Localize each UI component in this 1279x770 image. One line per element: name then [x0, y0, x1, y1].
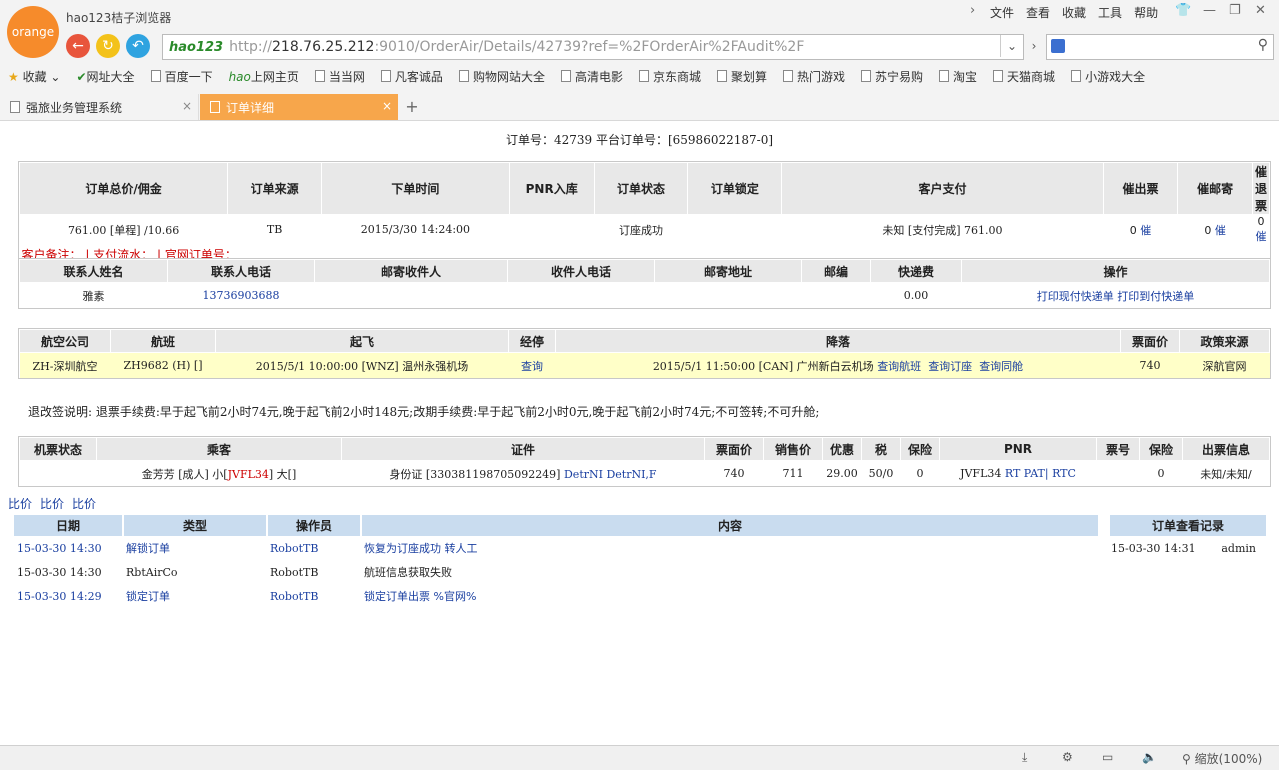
table-row: 15-03-30 14:30 RbtAirCo RobotTB 航班信息获取失败: [17, 565, 452, 580]
view-log-table: 订单查看记录 15-03-30 14:31 admin: [1110, 515, 1266, 560]
compare-link[interactable]: 比价: [8, 497, 32, 511]
window-title: hao123桔子浏览器: [66, 11, 172, 25]
menu-help[interactable]: 帮助: [1134, 4, 1158, 21]
order-number-line: 订单号：42739 平台订单号：[65986022187-0]: [505, 133, 774, 147]
gear-icon[interactable]: ⚙: [1062, 750, 1073, 764]
close-window-icon[interactable]: ✕: [1255, 3, 1266, 18]
table-row: 15-03-30 14:31 admin: [1111, 541, 1256, 555]
browser-chrome: orange hao123桔子浏览器 › 文件 查看 收藏 工具 帮助 👕 — …: [0, 0, 1279, 121]
print-cod-courier-link[interactable]: 打印到付快递单: [1117, 290, 1194, 303]
passenger-table: 机票状态 乘客 证件 票面价 销售价 优惠 税 保险 PNR 票号 保险 出票信…: [18, 436, 1271, 487]
urge-refund-link[interactable]: 催: [1255, 230, 1266, 243]
menu-file[interactable]: 文件: [990, 4, 1014, 21]
bookmarks-bar: ★ 收藏 ⌄ ✔网址大全 百度一下 hao上网主页 当当网 凡客诚品 购物网站大…: [0, 66, 1279, 86]
operation-log-table: 日期 类型 操作员 内容 15-03-30 14:30 解锁订单 RobotTB…: [14, 515, 1100, 608]
search-icon[interactable]: ⚲: [1258, 37, 1268, 53]
zoom-control[interactable]: ⚲ 缩放(100%): [1182, 750, 1262, 767]
hao123-logo: hao123: [169, 39, 224, 55]
bookmark-item[interactable]: 百度一下: [150, 68, 213, 85]
contact-phone[interactable]: 13736903688: [168, 283, 315, 309]
menu-bar: 文件 查看 收藏 工具 帮助: [978, 4, 1158, 21]
bookmark-favorites[interactable]: ★ 收藏 ⌄: [8, 68, 60, 85]
order-summary-table: 订单总价/佣金 订单来源 下单时间 PNR入库 订单状态 订单锁定 客户支付 催…: [18, 161, 1271, 265]
print-prepaid-courier-link[interactable]: 打印现付快递单: [1037, 290, 1114, 303]
bookmark-item[interactable]: 购物网站大全: [458, 68, 545, 85]
close-tab-icon[interactable]: ×: [382, 99, 392, 113]
chevron-down-icon[interactable]: ⌄: [1000, 35, 1023, 57]
tab-bar: 强旅业务管理系统 × 订单详细 × +: [0, 94, 1279, 121]
status-bar: ⤓ ⚙ ▭ 🔈 ⚲ 缩放(100%): [0, 745, 1279, 770]
menu-view[interactable]: 查看: [1026, 4, 1050, 21]
query-booking-link[interactable]: 查询订座: [928, 360, 972, 373]
tab-order-details[interactable]: 订单详细 ×: [200, 94, 398, 120]
bookmark-item[interactable]: ✔网址大全: [76, 68, 134, 85]
window-icon[interactable]: ▭: [1102, 750, 1113, 764]
skin-icon[interactable]: 👕: [1175, 3, 1191, 18]
bookmark-item[interactable]: 淘宝: [939, 68, 977, 85]
download-icon[interactable]: ⤓: [1022, 750, 1027, 765]
urge-ticket-link[interactable]: 催: [1140, 224, 1151, 237]
refresh-icon[interactable]: ↻: [96, 34, 120, 58]
restore-icon[interactable]: ❐: [1229, 3, 1241, 18]
query-flight-link[interactable]: 查询航班: [877, 360, 921, 373]
back-icon[interactable]: ←: [66, 34, 90, 58]
baidu-icon: [1051, 39, 1065, 53]
urge-mail-link[interactable]: 催: [1215, 224, 1226, 237]
bookmark-item[interactable]: 当当网: [314, 68, 365, 85]
query-stop-link[interactable]: 查询: [508, 352, 556, 378]
tab-business-system[interactable]: 强旅业务管理系统 ×: [0, 94, 199, 120]
bookmark-item[interactable]: 天猫商城: [993, 68, 1055, 85]
bookmark-item[interactable]: hao上网主页: [229, 68, 299, 85]
compare-link[interactable]: 比价: [72, 497, 96, 511]
page-content: 订单号：42739 平台订单号：[65986022187-0] 订单总价/佣金 …: [0, 121, 1279, 745]
menu-tools[interactable]: 工具: [1098, 4, 1122, 21]
speaker-icon[interactable]: 🔈: [1142, 750, 1157, 764]
pnr-rt-link[interactable]: RT PAT| RTC: [1005, 467, 1076, 480]
go-icon[interactable]: ›: [1025, 34, 1043, 58]
flight-table: 航空公司 航班 起飞 经停 降落 票面价 政策来源 ZH-深圳航空 ZH9682…: [18, 328, 1271, 379]
close-tab-icon[interactable]: ×: [182, 99, 192, 113]
url-text[interactable]: http://218.76.25.212:9010/OrderAir/Detai…: [229, 39, 804, 55]
contact-table: 联系人姓名 联系人电话 邮寄收件人 收件人电话 邮寄地址 邮编 快递费 操作 雅…: [18, 258, 1271, 309]
bookmark-item[interactable]: 热门游戏: [783, 68, 845, 85]
bookmark-item[interactable]: 高清电影: [560, 68, 623, 85]
search-input[interactable]: ⚲: [1046, 34, 1274, 60]
compare-links: 比价 比价 比价: [8, 495, 104, 512]
chevron-right-icon[interactable]: ›: [970, 3, 975, 18]
minimize-icon[interactable]: —: [1203, 3, 1216, 18]
menu-favorites[interactable]: 收藏: [1062, 4, 1086, 21]
table-row: 15-03-30 14:30 解锁订单 RobotTB 恢复为订座成功 转人工: [17, 541, 478, 556]
table-row: 15-03-30 14:29 锁定订单 RobotTB 锁定订单出票 %官网%: [17, 589, 477, 604]
home-icon[interactable]: ↶: [126, 34, 150, 58]
search-icon: ⚲: [1182, 752, 1191, 766]
bookmark-item[interactable]: 聚划算: [716, 68, 767, 85]
browser-logo[interactable]: orange: [7, 6, 59, 58]
query-same-cabin-link[interactable]: 查询同舱: [979, 360, 1023, 373]
bookmark-item[interactable]: 凡客诚品: [380, 68, 443, 85]
compare-link[interactable]: 比价: [40, 497, 64, 511]
refund-note: 退改签说明: 退票手续费:早于起飞前2小时74元,晚于起飞前2小时148元;改期…: [28, 405, 820, 419]
bookmark-item[interactable]: 苏宁易购: [861, 68, 923, 85]
new-tab-button[interactable]: +: [401, 94, 423, 118]
bookmark-item[interactable]: 京东商城: [638, 68, 701, 85]
bookmark-item[interactable]: 小游戏大全: [1071, 68, 1145, 85]
detr-link[interactable]: DetrNI DetrNI,F: [564, 468, 657, 481]
address-bar[interactable]: hao123 http://218.76.25.212:9010/OrderAi…: [162, 34, 1024, 60]
